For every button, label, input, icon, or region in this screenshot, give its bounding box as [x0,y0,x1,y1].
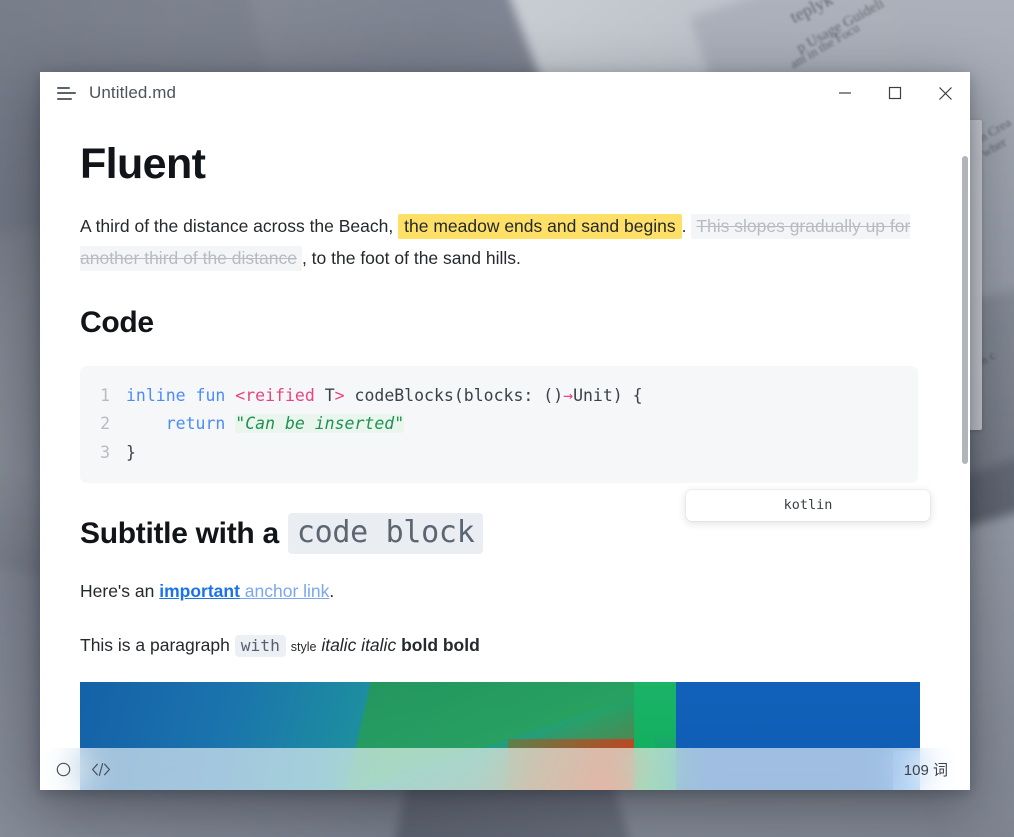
maximize-button[interactable] [870,72,920,114]
code-line-content: inline fun <reified T> codeBlocks(blocks… [126,382,643,410]
editor-content[interactable]: Fluent A third of the distance across th… [40,114,970,790]
editor-window: Untitled.md Fluent A third of the distan… [40,72,970,790]
document-lines-icon[interactable] [57,83,77,103]
paragraph-styles: This is a paragraph with style italic it… [80,630,918,661]
status-bar-left [56,762,111,777]
window-titlebar: Untitled.md [40,72,970,114]
bold-text: bold bold [401,634,480,655]
code-language-tag[interactable]: kotlin [686,490,930,522]
anchor-link[interactable]: anchor link [240,581,330,601]
code-line-number: 3 [100,442,110,462]
paragraph-anchor-link: Here's an important anchor link. [80,576,918,607]
code-block[interactable]: 1 inline fun <reified T> codeBlocks(block… [80,366,918,484]
highlight-mark: the meadow ends and sand begins [398,214,682,240]
code-line-content: } [126,439,136,467]
important-link[interactable]: important [159,581,240,601]
code-token: return [126,414,236,434]
desktop: teplyk p Usage Guideli am in the Focu n Cre… [0,0,1014,837]
code-token: T [314,386,335,406]
markdown-document[interactable]: Fluent A third of the distance across th… [40,114,970,790]
code-line: 2 return "Can be inserted" [80,410,918,438]
code-line-content: return "Can be inserted" [126,410,405,438]
editor-scrollbar-track[interactable] [960,156,970,790]
status-bar: 109 词 [40,748,970,790]
code-token: inline fun [126,386,236,406]
window-controls [820,72,970,114]
paragraph-text-after: , to the foot of the sand hills. [301,247,521,268]
paragraph-text-before: A third of the distance across the Beach… [80,216,394,237]
styles-plain-text: This is a paragraph [80,634,230,655]
minimize-button[interactable] [820,72,870,114]
code-token: "Can be inserted" [235,414,405,434]
inline-code-block: code block [287,513,484,555]
heading-code: Code [80,306,154,340]
circle-icon[interactable] [56,762,71,777]
paragraph-period: . [681,216,687,237]
code-token: codeBlocks(blocks: () [344,386,564,406]
paragraph-beach: A third of the distance across the Beach… [80,211,918,274]
code-token: } [126,442,136,462]
code-token: Unit) { [573,386,643,406]
inline-code-with: with [234,634,286,657]
code-brackets-icon[interactable] [91,762,111,777]
minimize-icon [839,92,851,94]
code-block-wrapper: 1 inline fun <reified T> codeBlocks(block… [80,366,930,522]
desktop-scrollbar[interactable] [968,120,982,430]
word-count-label: 109 词 [903,761,948,779]
italic-text: italic italic [321,634,397,655]
code-line: 3} [80,439,918,467]
code-token: > [334,386,345,406]
code-line-number: 1 [100,386,110,406]
close-button[interactable] [920,72,970,114]
editor-scrollbar-thumb[interactable] [962,156,968,464]
close-icon [938,86,952,100]
code-line: 1 inline fun <reified T> codeBlocks(block… [80,382,918,410]
code-token: → [563,386,574,406]
code-line-number: 2 [100,414,110,434]
small-style-text: style [290,639,317,654]
maximize-icon [888,86,902,100]
page-title: Untitled.md [89,83,177,102]
code-token: <reified [235,386,315,406]
anchor-suffix-text: . [329,581,335,602]
heading-subtitle-text: Subtitle with a [80,516,279,550]
anchor-prefix-text: Here's an [80,581,160,602]
heading-fluent: Fluent [80,140,206,188]
